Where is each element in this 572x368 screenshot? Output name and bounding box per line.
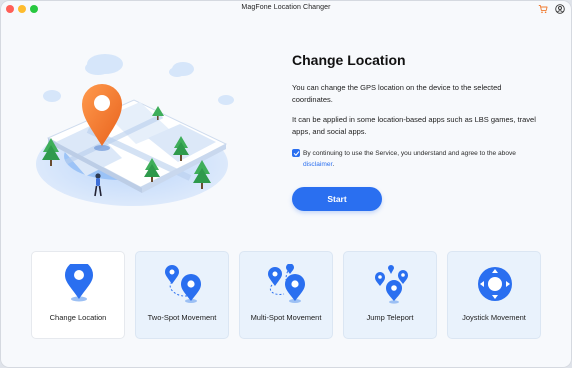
- mode-label: Joystick Movement: [462, 313, 526, 322]
- mode-label: Two-Spot Movement: [147, 313, 217, 322]
- page-title: Change Location: [292, 52, 406, 68]
- title-bar: MagFone Location Changer: [0, 0, 572, 18]
- joystick-icon: [478, 267, 512, 301]
- mode-card-jump-teleport[interactable]: Jump Teleport: [343, 251, 437, 339]
- jump-teleport-icon: [375, 265, 408, 304]
- app-title: MagFone Location Changer: [241, 4, 331, 11]
- agreement-text: By continuing to use the Service, you un…: [303, 149, 538, 170]
- account-icon[interactable]: [555, 4, 565, 14]
- cart-icon[interactable]: [538, 4, 548, 14]
- cloud-icon: [169, 62, 194, 77]
- mode-label: Change Location: [49, 313, 107, 322]
- mode-label: Multi-Spot Movement: [250, 313, 322, 322]
- two-spot-icon: [165, 265, 201, 303]
- cloud-icon: [218, 95, 234, 105]
- app-window: MagFone Location Changer Change Location…: [0, 0, 572, 368]
- mode-card-change-location[interactable]: Change Location: [31, 251, 125, 339]
- cloud-icon: [43, 90, 61, 102]
- start-button[interactable]: Start: [292, 187, 382, 211]
- cloud-icon: [85, 54, 123, 75]
- agreement-checkbox[interactable]: [292, 149, 300, 157]
- mode-card-multi-spot[interactable]: Multi-Spot Movement: [239, 251, 333, 339]
- description-text: It can be applied in some location-based…: [292, 115, 536, 136]
- mode-selector: Change Location Two-Spot Movement Multi-…: [0, 251, 572, 341]
- description-text: You can change the GPS location on the d…: [292, 83, 502, 104]
- mode-label: Jump Teleport: [366, 313, 414, 322]
- checkmark-icon: [293, 150, 299, 156]
- disclaimer-link[interactable]: disclaimer: [303, 161, 332, 168]
- agreement-period: .: [332, 160, 335, 168]
- map-pin-icon: [65, 264, 93, 302]
- multi-spot-icon: [268, 264, 305, 303]
- mode-card-joystick[interactable]: Joystick Movement: [447, 251, 541, 339]
- mode-card-two-spot[interactable]: Two-Spot Movement: [135, 251, 229, 339]
- agreement-statement: By continuing to use the Service, you un…: [303, 150, 516, 157]
- map-illustration: [36, 54, 234, 206]
